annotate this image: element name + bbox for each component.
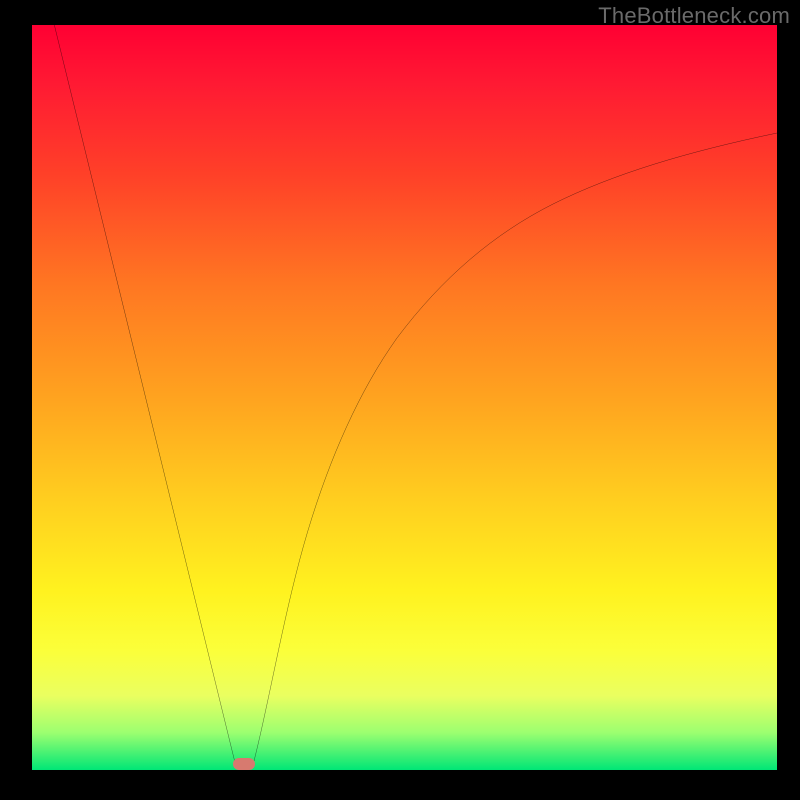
right-branch-path — [254, 133, 777, 761]
chart-curve — [32, 25, 777, 770]
optimal-point-marker — [233, 758, 255, 770]
left-branch-path — [54, 25, 234, 761]
chart-frame: TheBottleneck.com — [0, 0, 800, 800]
plot-area — [32, 25, 777, 770]
